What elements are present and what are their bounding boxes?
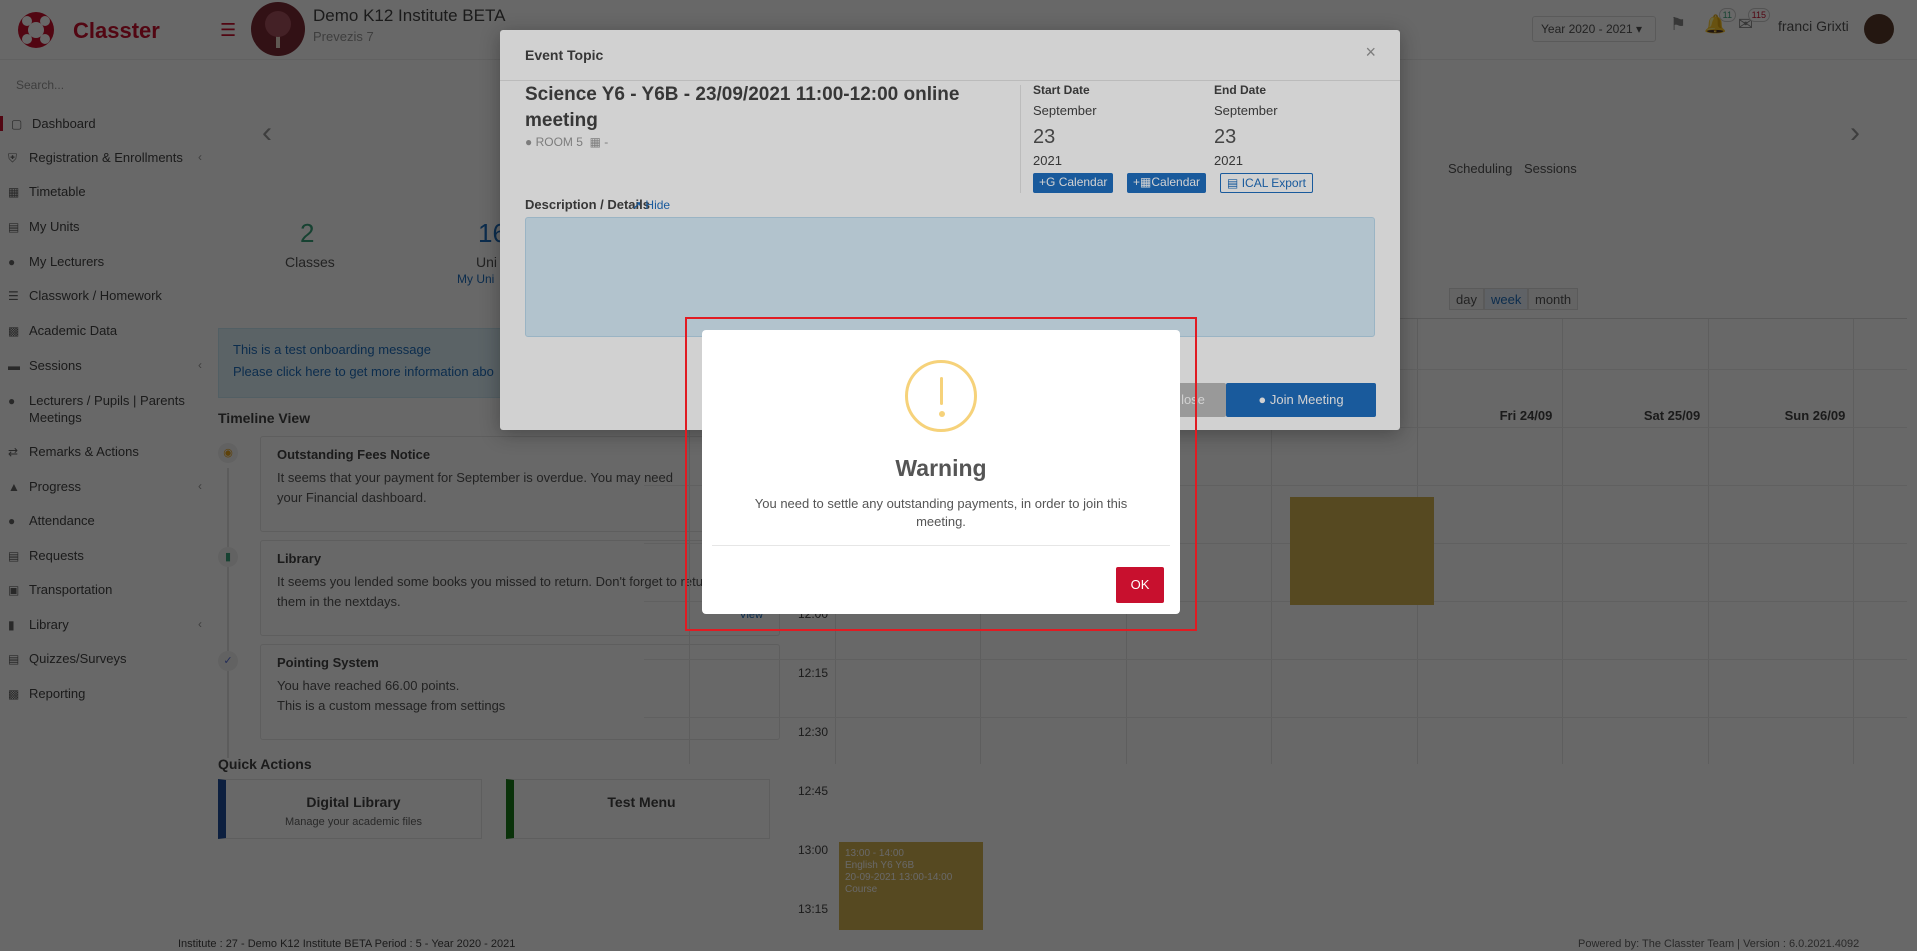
warning-message: You need to settle any outstanding payme… [754,496,1128,529]
page-root: Classter ☰ Demo K12 Institute BETA Preve… [0,0,1917,951]
exclamation-icon [905,360,977,432]
warning-dialog: Warning You need to settle any outstandi… [702,330,1180,614]
ok-button[interactable]: OK [1116,567,1164,603]
warning-divider [712,545,1170,546]
warning-title: Warning [895,455,987,481]
